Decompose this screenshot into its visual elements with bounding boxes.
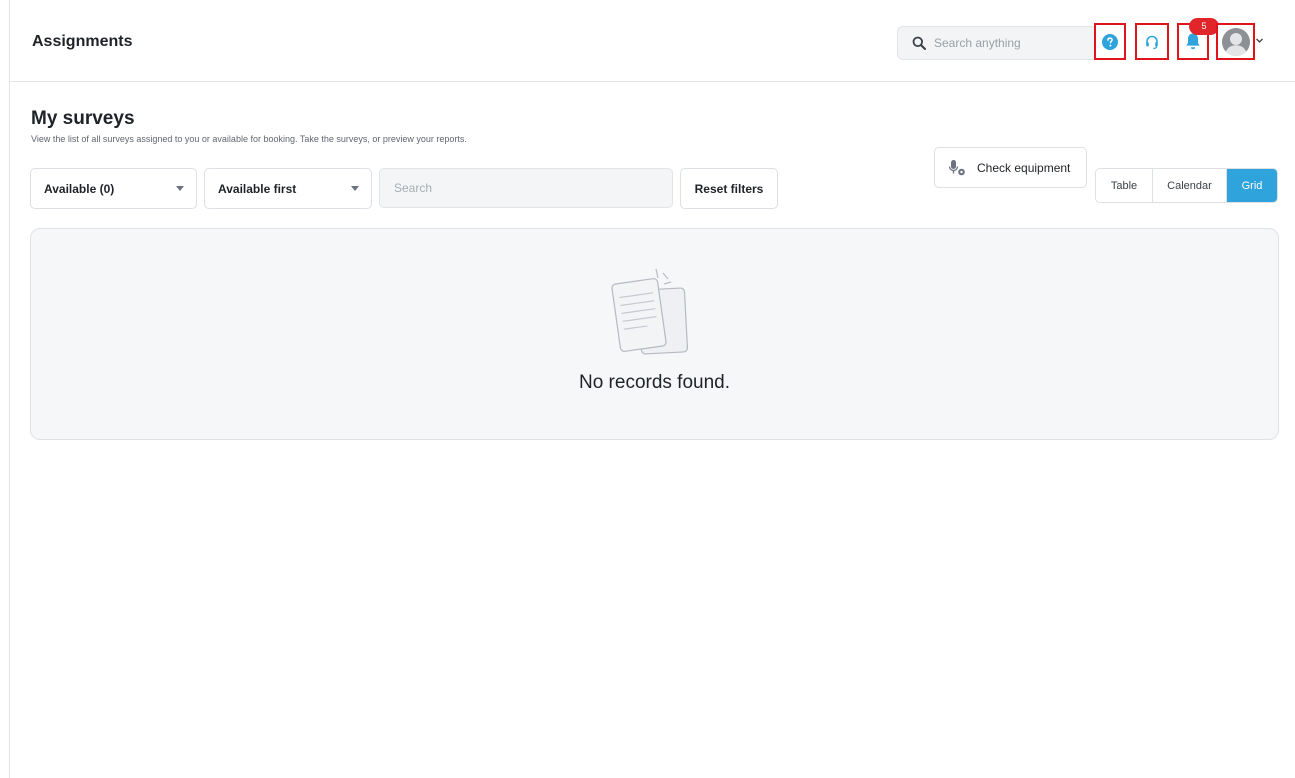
view-toggle: Table Calendar Grid (1095, 168, 1278, 203)
empty-documents-icon (611, 268, 689, 355)
availability-filter-value: Available (0) (44, 181, 115, 196)
global-search[interactable] (897, 26, 1097, 60)
help-icon (1102, 33, 1118, 50)
view-grid-button[interactable]: Grid (1227, 169, 1277, 202)
view-table-button[interactable]: Table (1096, 169, 1153, 202)
microphone-settings-icon (948, 159, 965, 175)
avatar (1221, 27, 1250, 56)
availability-filter[interactable]: Available (0) (30, 168, 197, 209)
notification-badge: 5 (1189, 18, 1219, 35)
check-equipment-button[interactable]: Check equipment (934, 147, 1087, 188)
support-button[interactable] (1135, 23, 1169, 60)
reset-filters-button[interactable]: Reset filters (680, 168, 778, 209)
survey-search[interactable] (379, 168, 673, 208)
sort-filter[interactable]: Available first (204, 168, 372, 209)
sort-filter-value: Available first (218, 181, 297, 196)
left-divider (9, 0, 10, 778)
empty-state-message: No records found. (578, 372, 731, 393)
caret-down-icon (351, 186, 359, 191)
app-title: Assignments (32, 33, 133, 50)
caret-down-icon (176, 186, 184, 191)
user-menu-button[interactable] (1216, 23, 1255, 60)
check-equipment-label: Check equipment (977, 160, 1071, 175)
chevron-down-icon[interactable] (1255, 36, 1264, 45)
page-title: My surveys (31, 108, 135, 129)
search-icon (912, 36, 926, 50)
headset-icon (1146, 35, 1158, 49)
page-description: View the list of all surveys assigned to… (31, 134, 467, 144)
global-search-input[interactable] (934, 36, 1084, 50)
view-calendar-button[interactable]: Calendar (1153, 169, 1227, 202)
help-button[interactable] (1094, 23, 1126, 60)
survey-search-input[interactable] (394, 181, 654, 195)
